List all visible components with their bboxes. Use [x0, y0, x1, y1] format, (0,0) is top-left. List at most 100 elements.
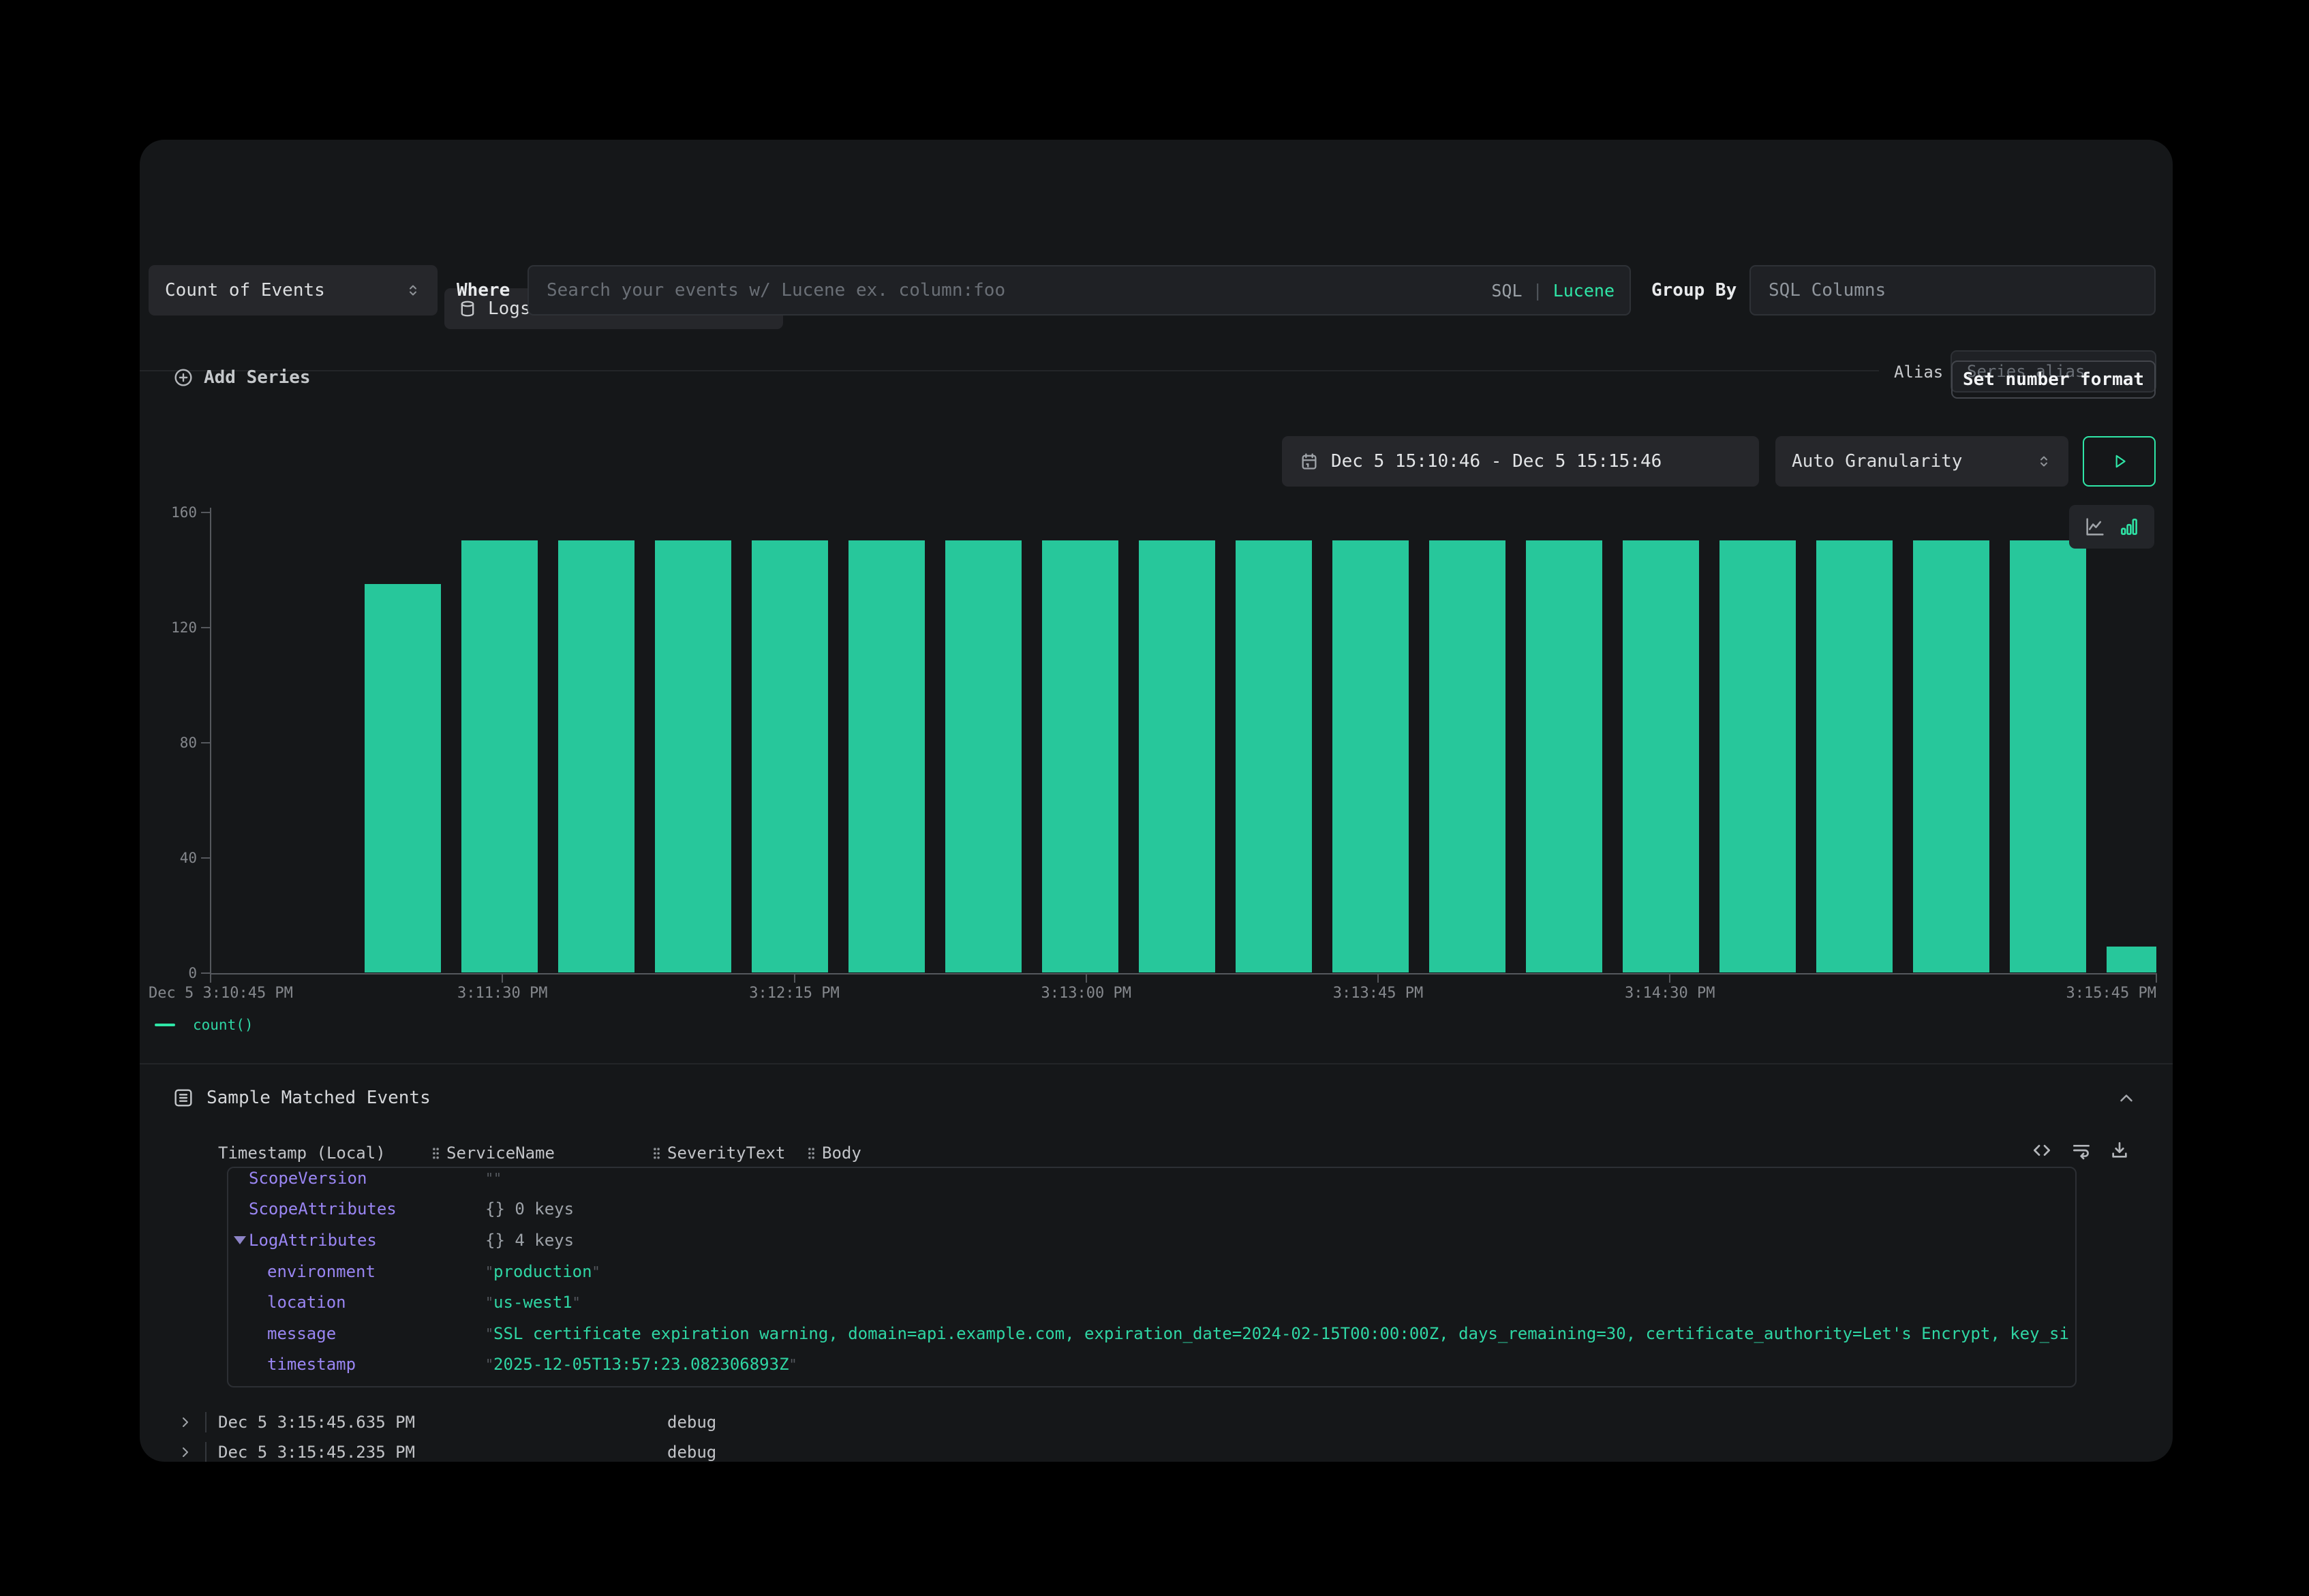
chart-bar: [1526, 540, 1602, 972]
grip-icon: [652, 1146, 661, 1161]
x-tick-label: 3:12:15 PM: [686, 985, 904, 1002]
chart-builder-panel: Data Source Logs Schema Alias Series ali…: [140, 140, 2173, 1462]
grip-icon: [807, 1146, 816, 1161]
detail-value: "2025-12-05T13:57:23.082306893Z": [485, 1354, 2068, 1375]
severity-bar: [205, 1442, 207, 1462]
y-tick-label: 40: [140, 850, 197, 866]
grip-icon: [431, 1146, 440, 1161]
events-section-header: Sample Matched Events: [172, 1087, 431, 1109]
chart-bar: [1236, 540, 1312, 972]
event-detail-panel: ScopeVersion "" ScopeAttributes {} 0 keys Lo…: [227, 1167, 2077, 1387]
chart-bar: [1429, 540, 1505, 972]
detail-key: ScopeVersion: [249, 1168, 367, 1188]
chart-bar: [2010, 540, 2086, 972]
detail-value: "": [485, 1168, 2068, 1188]
column-label: Body: [822, 1143, 861, 1163]
event-row[interactable]: Dec 5 3:15:45.235 PM debug: [140, 1442, 2173, 1462]
y-tick-label: 160: [140, 504, 197, 521]
detail-key: message: [267, 1323, 336, 1344]
detail-value: {} 4 keys: [485, 1230, 2068, 1250]
detail-key: location: [267, 1292, 346, 1313]
column-label: Timestamp (Local): [218, 1143, 386, 1163]
x-tick-label: 3:15:45 PM: [1938, 985, 2156, 1002]
detail-key: LogAttributes: [249, 1230, 377, 1250]
event-row[interactable]: Dec 5 3:15:45.635 PMdebug: [140, 1412, 2173, 1432]
chart-bar: [848, 540, 925, 972]
legend-label: count(): [193, 1017, 254, 1033]
column-header-severitytext[interactable]: SeverityText: [652, 1143, 785, 1163]
chart-bar: [945, 540, 1022, 972]
x-tick-label: Dec 5 3:10:45 PM: [149, 985, 293, 1002]
grip-icon[interactable]: [431, 1146, 440, 1161]
y-tick: [201, 857, 211, 859]
x-tick: [2156, 975, 2157, 983]
column-header-body[interactable]: Body: [807, 1143, 861, 1163]
x-tick-label: 3:11:30 PM: [393, 985, 611, 1002]
chart-bar: [2107, 947, 2156, 972]
chart-bar: [1332, 540, 1409, 972]
expand-triangle-icon[interactable]: [234, 1236, 246, 1244]
chart-legend: count(): [155, 1017, 254, 1033]
legend-swatch: [155, 1024, 175, 1026]
collapse-chevron-icon[interactable]: [2116, 1088, 2137, 1109]
detail-value: "us-west1": [485, 1292, 2068, 1313]
detail-value: {} 0 keys: [485, 1199, 2068, 1219]
detail-key: ScopeAttributes: [249, 1199, 397, 1219]
chart-bar: [558, 540, 634, 972]
x-tick-label: 3:13:00 PM: [977, 985, 1195, 1002]
detail-key: timestamp: [267, 1354, 356, 1375]
chart-bar: [752, 540, 828, 972]
x-tick-label: 3:14:30 PM: [1561, 985, 1779, 1002]
severity-bar: [205, 1412, 207, 1432]
y-axis-line: [210, 508, 211, 975]
chart-bar: [1913, 540, 1989, 972]
chart-bar: [461, 540, 538, 972]
chart-bar: [1719, 540, 1796, 972]
x-tick: [1086, 975, 1087, 983]
y-tick-label: 80: [140, 735, 197, 751]
chart-type-toggle: [2069, 505, 2154, 549]
chart-bar: [1623, 540, 1699, 972]
event-timestamp: Dec 5 3:15:45.235 PM: [218, 1442, 415, 1462]
events-title: Sample Matched Events: [207, 1087, 431, 1109]
y-tick: [201, 627, 211, 628]
bar-chart-icon[interactable]: [2117, 515, 2141, 538]
column-label: ServiceName: [446, 1143, 555, 1163]
download-icon[interactable]: [2109, 1139, 2130, 1161]
expand-chevron-icon: [177, 1414, 194, 1430]
event-timestamp: Dec 5 3:15:45.635 PM: [218, 1412, 415, 1432]
section-divider: [140, 1063, 2173, 1064]
event-severity: debug: [667, 1442, 716, 1462]
y-tick: [201, 512, 211, 513]
x-tick: [1377, 975, 1379, 983]
detail-key: environment: [267, 1261, 376, 1282]
app-root: Data Source Logs Schema Alias Series ali…: [0, 0, 2309, 1596]
grip-icon[interactable]: [807, 1146, 816, 1161]
x-tick: [210, 975, 211, 983]
list-icon: [172, 1087, 194, 1109]
wrap-text-icon[interactable]: [2070, 1139, 2092, 1161]
detail-value: "production": [485, 1261, 2068, 1282]
chart-bar: [365, 584, 441, 972]
grip-icon[interactable]: [652, 1146, 661, 1161]
column-header-timestamp-local-[interactable]: Timestamp (Local): [218, 1143, 386, 1163]
chart-bar: [1816, 540, 1893, 972]
y-tick-label: 120: [140, 619, 197, 636]
x-tick: [1669, 975, 1670, 983]
line-chart-icon[interactable]: [2083, 515, 2107, 538]
y-tick: [201, 742, 211, 743]
column-header-servicename[interactable]: ServiceName: [431, 1143, 555, 1163]
x-tick: [794, 975, 795, 983]
chart-bar: [1139, 540, 1215, 972]
code-icon[interactable]: [2031, 1139, 2053, 1161]
chart-bar: [1042, 540, 1118, 972]
y-tick: [201, 972, 211, 974]
detail-value: "SSL certificate expiration warning, dom…: [485, 1323, 2068, 1344]
expand-chevron-icon[interactable]: [177, 1444, 194, 1460]
expand-chevron-icon[interactable]: [177, 1414, 194, 1430]
chart-bar: [655, 540, 731, 972]
x-tick-label: 3:13:45 PM: [1269, 985, 1487, 1002]
column-label: SeverityText: [667, 1143, 785, 1163]
y-tick-label: 0: [140, 965, 197, 981]
x-tick: [502, 975, 503, 983]
